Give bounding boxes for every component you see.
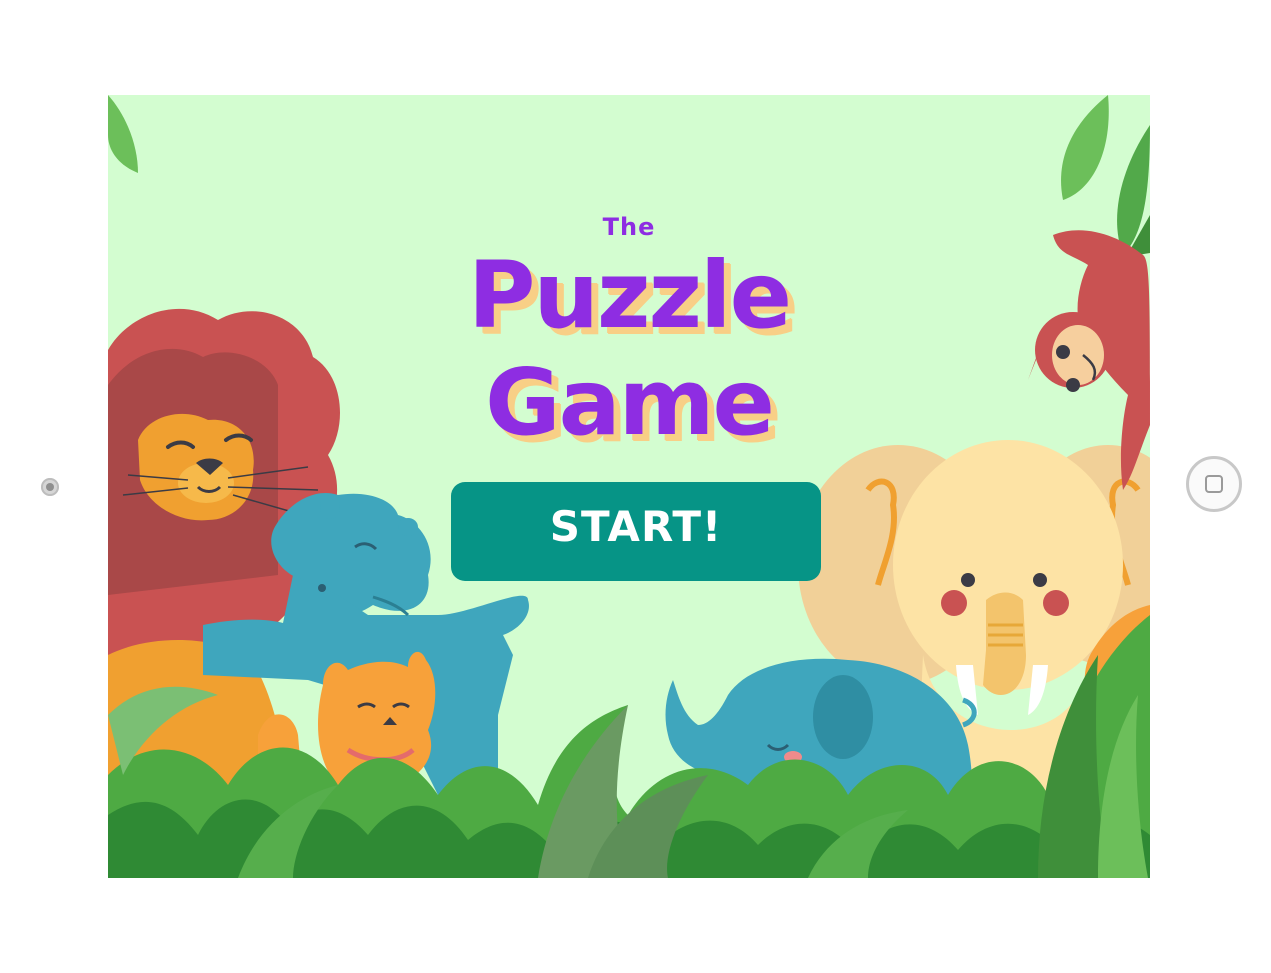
tablet-device: The Puzzle Game START! [0,0,1271,973]
home-button[interactable] [1186,456,1242,512]
top-left-leaf [108,95,138,173]
game-screen: The Puzzle Game START! [108,95,1150,878]
camera-icon [41,478,59,496]
start-button[interactable]: START! [451,482,821,581]
